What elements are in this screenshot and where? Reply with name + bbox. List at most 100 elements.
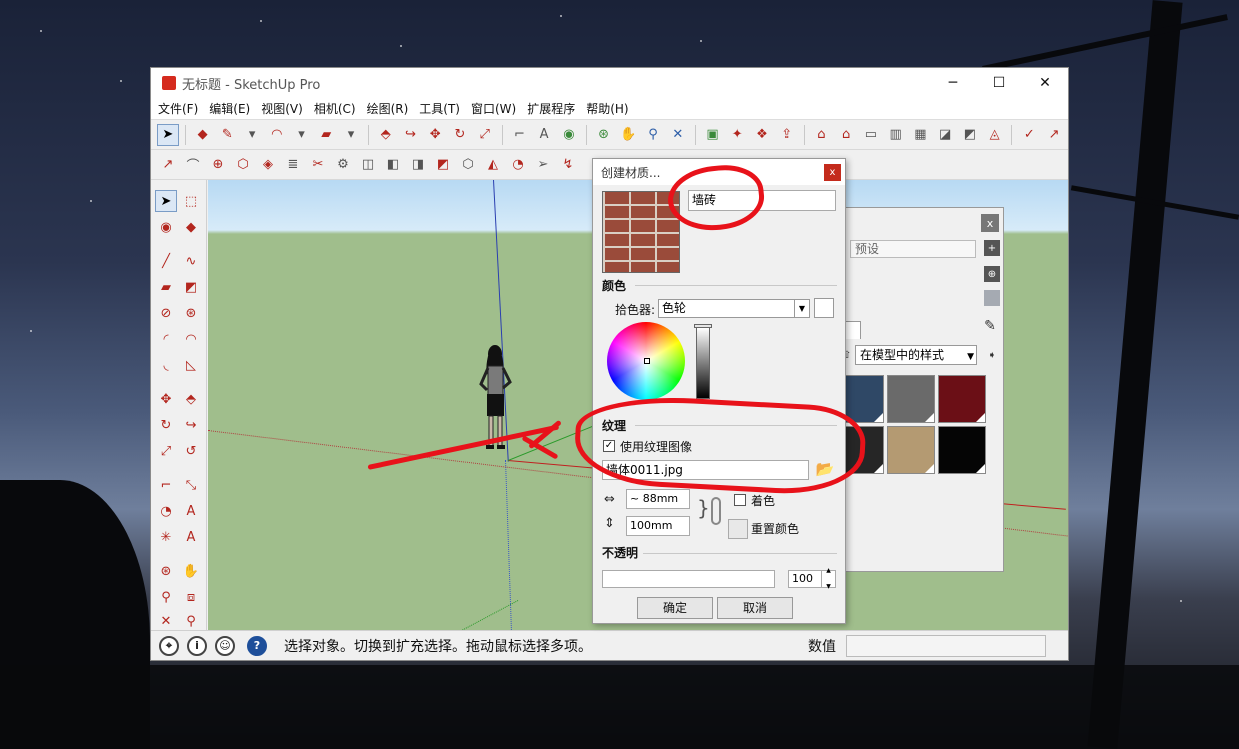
ok-button[interactable]: 确定 [637,597,713,619]
twist-icon[interactable]: ↯ [557,154,579,176]
material-swatch[interactable] [938,375,986,423]
solid-tool-icon[interactable]: ◫ [357,154,379,176]
opacity-slider[interactable] [602,570,775,588]
colorize-checkbox[interactable] [734,494,746,506]
help-icon[interactable]: ? [247,635,267,656]
menu-camera[interactable]: 相机(C) [314,100,356,117]
zoom-extents-icon[interactable]: ✕ [155,610,177,632]
arc-tool-icon[interactable]: ◜ [155,328,177,350]
opacity-input[interactable]: 100 ▲ ▼ [788,567,836,590]
dropdown-arrow-icon[interactable]: ▾ [340,124,362,146]
subtract-icon[interactable]: ◩ [432,154,454,176]
create-material-icon[interactable]: + [984,240,1000,256]
3d-text-icon[interactable]: A [180,526,202,548]
offset-icon[interactable]: ◈ [257,154,279,176]
rotate-icon[interactable]: ↻ [155,414,177,436]
color-picker-select[interactable]: 色轮 ▼ [658,299,810,318]
move-icon[interactable]: ✥ [424,124,446,146]
rotated-rectangle-icon[interactable]: ◩ [180,276,202,298]
paint-bucket-icon[interactable]: ◉ [558,124,580,146]
layout-icon[interactable]: ⇪ [776,124,798,146]
scale-icon[interactable]: ⤢ [155,440,177,462]
scale-icon[interactable]: ⤢ [474,124,496,146]
lock-aspect-chain-icon[interactable] [711,497,721,525]
select-tool-icon[interactable]: ➤ [155,190,177,212]
tray-preset-field[interactable]: 预设 [850,240,976,258]
freehand-icon[interactable]: ∿ [180,250,202,272]
text-icon[interactable]: A [533,124,555,146]
orbit-icon[interactable]: ⊛ [593,124,615,146]
opacity-spinner[interactable]: ▲ ▼ [821,567,835,590]
front-view-icon[interactable]: ▥ [885,124,907,146]
menu-view[interactable]: 视图(V) [261,100,303,117]
axes-icon[interactable]: ✳ [155,526,177,548]
menu-edit[interactable]: 编辑(E) [209,100,250,117]
eraser-icon[interactable]: ◆ [192,124,214,146]
three-point-arc-icon[interactable]: ◟ [155,354,177,376]
menu-window[interactable]: 窗口(W) [471,100,516,117]
eraser-icon[interactable]: ◆ [180,216,202,238]
push-pull-icon[interactable]: ⬘ [375,124,397,146]
pie-icon[interactable]: ◔ [507,154,529,176]
menu-file[interactable]: 文件(F) [158,100,198,117]
arc-tool-icon[interactable]: ◠ [266,124,288,146]
texture-width-input[interactable]: ~ 88mm [626,489,690,509]
dialog-close-button[interactable]: x [824,164,841,181]
outer-shell-icon[interactable]: ◧ [382,154,404,176]
measurements-input[interactable] [846,634,1046,657]
back-view-icon[interactable]: ◪ [934,124,956,146]
extension-warehouse-icon[interactable]: ❖ [751,124,773,146]
stack-icon[interactable]: ≣ [282,154,304,176]
pan-icon[interactable]: ✋ [617,124,639,146]
circle-tool-icon[interactable]: ⊘ [155,302,177,324]
top-view-icon[interactable]: ▭ [860,124,882,146]
intersect-icon[interactable]: ✂ [307,154,329,176]
texture-height-input[interactable]: 100mm [626,516,690,536]
right-view-icon[interactable]: ▦ [910,124,932,146]
menu-help[interactable]: 帮助(H) [586,100,628,117]
smoove-icon[interactable]: ↗ [1043,124,1065,146]
model-materials-select[interactable]: 在模型中的样式 ▼ [855,345,977,365]
pie-icon[interactable]: ◺ [180,354,202,376]
offset-icon[interactable]: ↺ [180,440,202,462]
brightness-slider-knob[interactable] [694,324,712,328]
close-button[interactable]: ✕ [1022,68,1068,98]
material-swatch[interactable] [887,375,935,423]
info-icon[interactable]: i [187,635,207,656]
geo-location-icon[interactable]: ⌖ [159,635,179,656]
menu-tools[interactable]: 工具(T) [419,100,460,117]
polygon-tool-icon[interactable]: ⊛ [180,302,202,324]
zoom-extents-icon[interactable]: ✕ [667,124,689,146]
eyedropper-icon[interactable]: ✎ [982,318,998,334]
text-icon[interactable]: A [180,500,202,522]
trim-icon[interactable]: ⬡ [457,154,479,176]
freehand-icon[interactable]: ⌒ [182,154,204,176]
pan-icon[interactable]: ✋ [180,560,202,582]
line-tool-icon[interactable]: ↗ [157,154,179,176]
polygon-tool-icon[interactable]: ⬡ [232,154,254,176]
iso-view-icon[interactable]: ⌂ [835,124,857,146]
select-tool-icon[interactable]: ➤ [157,123,179,146]
previous-view-icon[interactable]: ⚲ [180,610,202,632]
tape-measure-icon[interactable]: ⌐ [155,474,177,496]
split-icon[interactable]: ◭ [482,154,504,176]
follow-me-icon[interactable]: ↪ [400,124,422,146]
minimize-button[interactable]: ─ [930,68,976,98]
material-swatch[interactable] [938,426,986,474]
menu-draw[interactable]: 绘图(R) [367,100,409,117]
tray-close-button[interactable]: x [981,214,999,232]
add-to-model-icon[interactable]: ⊕ [984,266,1000,282]
line-tool-icon[interactable]: ╱ [155,250,177,272]
cancel-button[interactable]: 取消 [717,597,793,619]
component-icon[interactable]: ⬚ [180,190,202,212]
sandbox-icon[interactable]: ✓ [1018,124,1040,146]
reset-color-swatch[interactable] [728,519,748,539]
push-pull-icon[interactable]: ⬘ [180,388,202,410]
reset-color-label[interactable]: 重置颜色 [751,520,799,537]
dropdown-arrow-icon[interactable]: ▾ [291,124,313,146]
two-point-arc-icon[interactable]: ◠ [180,328,202,350]
follow-me-icon[interactable]: ↪ [180,414,202,436]
rectangle-tool-icon[interactable]: ▰ [155,276,177,298]
dimension-icon[interactable]: ⤡ [180,474,202,496]
arrow-icon[interactable]: ➢ [532,154,554,176]
